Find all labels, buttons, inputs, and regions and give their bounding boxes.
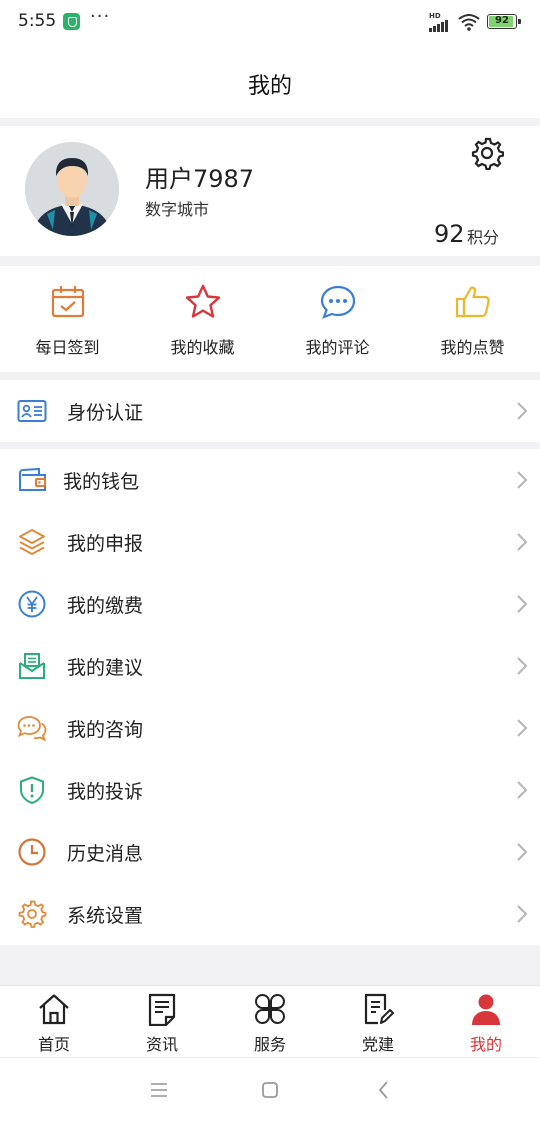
tab-home[interactable]: 首页	[0, 986, 108, 1058]
menu-item-message-history[interactable]: 历史消息	[0, 821, 540, 883]
menu-item-consultation[interactable]: 我的咨询	[0, 697, 540, 759]
services-grid-icon	[255, 994, 285, 1024]
menu-label: 身份认证	[67, 402, 144, 424]
bottom-tab-bar: 首页 资讯 服务 党建 我的	[0, 985, 540, 1057]
likes-button[interactable]: 我的点赞	[405, 266, 540, 372]
gear-icon	[18, 900, 47, 928]
status-bar: 5:55 ··· HD 92	[0, 0, 540, 44]
yen-circle-icon	[18, 590, 46, 618]
battery-level: 92	[495, 15, 509, 26]
chevron-right-icon	[517, 657, 528, 675]
chevron-right-icon	[517, 595, 528, 613]
menu-label: 我的钱包	[63, 471, 140, 493]
chevron-right-icon	[517, 905, 528, 923]
chevron-right-icon	[517, 719, 528, 737]
news-icon	[148, 993, 176, 1026]
menu-lines-icon[interactable]	[147, 1078, 171, 1102]
user-city: 数字城市	[145, 200, 210, 219]
menu-item-payments[interactable]: 我的缴费	[0, 573, 540, 635]
layers-icon	[19, 529, 45, 555]
comments-button[interactable]: 我的评论	[270, 266, 405, 372]
favorites-button[interactable]: 我的收藏	[135, 266, 270, 372]
clock-icon	[18, 838, 46, 866]
tab-label: 首页	[37, 1035, 70, 1054]
tab-label: 党建	[361, 1035, 394, 1054]
menu-label: 我的投诉	[67, 781, 144, 803]
quick-action-label: 我的评论	[305, 338, 370, 357]
menu-label: 我的申报	[67, 533, 144, 555]
battery-icon: 92	[487, 14, 521, 29]
comment-bubble-icon	[320, 285, 355, 319]
page-title: 我的	[247, 74, 292, 99]
calendar-check-icon	[51, 286, 84, 318]
avatar[interactable]	[25, 142, 119, 236]
tab-mine[interactable]: 我的	[432, 986, 540, 1058]
avatar-person-icon	[25, 142, 119, 236]
quick-action-label: 我的点赞	[440, 338, 505, 357]
menu-item-wallet[interactable]: 我的钱包	[0, 449, 540, 511]
more-notifications-icon: ···	[90, 6, 111, 27]
signal-icon	[429, 20, 448, 32]
tab-services[interactable]: 服务	[216, 986, 324, 1058]
header: 我的	[0, 44, 540, 118]
points-label[interactable]: 积分	[467, 224, 499, 248]
menu-label: 历史消息	[67, 843, 144, 865]
chevron-right-icon	[517, 781, 528, 799]
chat-bubbles-icon	[17, 716, 47, 742]
settings-gear-icon[interactable]	[470, 136, 504, 170]
menu-label: 我的咨询	[67, 719, 144, 741]
user-icon	[472, 994, 500, 1025]
menu-item-complaints[interactable]: 我的投诉	[0, 759, 540, 821]
home-square-icon[interactable]	[258, 1078, 282, 1102]
quick-actions: 每日签到 我的收藏 我的评论 我的点赞	[0, 266, 540, 372]
back-chevron-icon[interactable]	[372, 1078, 396, 1102]
tab-party-building[interactable]: 党建	[324, 986, 432, 1058]
menu-item-identity-verification[interactable]: 身份认证	[0, 380, 540, 442]
profile-card[interactable]: 用户7987 数字城市 92 积分	[0, 126, 540, 256]
menu-label: 系统设置	[67, 905, 144, 927]
hd-indicator: HD	[429, 12, 441, 20]
username: 用户7987	[145, 165, 255, 193]
menu-item-system-settings[interactable]: 系统设置	[0, 883, 540, 945]
tab-news[interactable]: 资讯	[108, 986, 216, 1058]
tab-label: 服务	[253, 1035, 286, 1054]
home-icon	[39, 994, 69, 1025]
chevron-right-icon	[517, 843, 528, 861]
mail-envelope-icon	[19, 653, 45, 679]
menu-group-services: 我的钱包 我的申报 我的缴费 我的建议 我的咨询 我的投诉 历史消息 系统设置	[0, 449, 540, 945]
tab-label: 资讯	[145, 1035, 178, 1054]
menu-label: 我的缴费	[67, 595, 144, 617]
shield-app-icon	[63, 13, 80, 30]
party-doc-icon	[364, 993, 394, 1025]
menu-item-suggestions[interactable]: 我的建议	[0, 635, 540, 697]
chevron-right-icon	[517, 533, 528, 551]
menu-group-identity: 身份认证	[0, 380, 540, 442]
quick-action-label: 我的收藏	[170, 338, 235, 357]
wifi-icon	[458, 14, 480, 31]
system-navigation-bar	[0, 1057, 540, 1122]
thumbs-up-icon	[455, 286, 490, 318]
daily-checkin-button[interactable]: 每日签到	[0, 266, 135, 372]
points-value[interactable]: 92	[434, 220, 465, 248]
id-card-icon	[17, 400, 47, 422]
chevron-right-icon	[517, 471, 528, 489]
status-time: 5:55	[18, 11, 57, 31]
wallet-icon	[19, 467, 46, 491]
menu-label: 我的建议	[67, 657, 144, 679]
chevron-right-icon	[517, 402, 528, 420]
shield-alert-icon	[20, 776, 44, 804]
tab-label: 我的	[469, 1035, 502, 1054]
menu-item-declarations[interactable]: 我的申报	[0, 511, 540, 573]
quick-action-label: 每日签到	[35, 338, 100, 357]
star-icon	[185, 284, 220, 318]
